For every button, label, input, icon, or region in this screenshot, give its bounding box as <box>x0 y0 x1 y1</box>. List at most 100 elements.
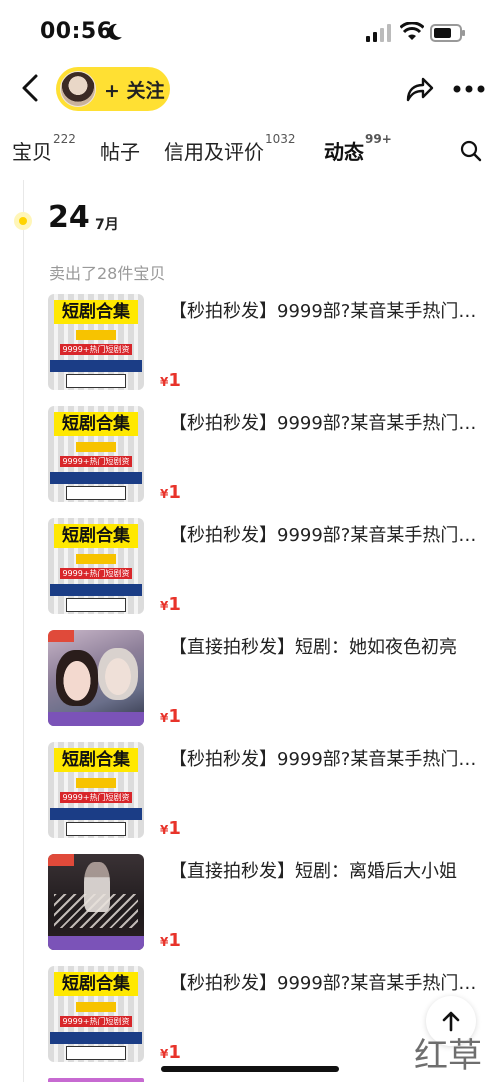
tab-label: 帖子 <box>100 140 140 164</box>
thumbnail-banner <box>50 1032 142 1044</box>
tab-reviews[interactable]: 信用及评价1032 <box>164 132 296 165</box>
price-value: 1 <box>168 594 181 615</box>
thumbnail-figure <box>98 648 138 700</box>
back-icon[interactable] <box>16 72 44 104</box>
thumbnail-banner <box>50 584 142 596</box>
moon-icon <box>107 23 122 40</box>
list-item[interactable]: 短剧合集 9999+热门短剧资源 【秒拍秒发】9999部?某音某手热门短剧合集 … <box>48 406 488 506</box>
thumbnail-note <box>66 598 126 612</box>
item-price: ¥1 <box>160 818 181 839</box>
item-title[interactable]: 【秒拍秒发】9999部?某音某手热门短剧合集 <box>169 521 487 547</box>
product-thumbnail[interactable]: 短剧合集 9999+热门短剧资源 <box>48 518 144 614</box>
product-thumbnail[interactable]: 短剧合集 9999+热门短剧资源 <box>48 742 144 838</box>
tab-items[interactable]: 宝贝222 <box>12 132 76 165</box>
price-value: 1 <box>168 370 181 391</box>
item-price: ¥1 <box>160 370 181 391</box>
list-item[interactable]: 短剧合集 9999+热门短剧资源 【秒拍秒发】9999部?某音某手热门短剧合集 … <box>48 294 488 394</box>
avatar[interactable] <box>60 71 96 107</box>
thumbnail-banner <box>50 808 142 820</box>
sold-summary: 卖出了28件宝贝 <box>49 264 166 283</box>
thumbnail-note <box>66 374 126 388</box>
thumbnail-title: 短剧合集 <box>54 524 138 548</box>
thumbnail-subtitle: 9999+热门短剧资源 <box>60 792 132 803</box>
price-value: 1 <box>168 930 181 951</box>
thumbnail-subtitle: 9999+热门短剧资源 <box>60 568 132 579</box>
thumbnail-tag <box>48 630 74 642</box>
price-value: 1 <box>168 818 181 839</box>
product-thumbnail[interactable]: 短剧合集 9999+热门短剧资源 <box>48 966 144 1062</box>
item-title[interactable]: 【秒拍秒发】9999部?某音某手热门短剧合集 <box>169 745 487 771</box>
more-options-icon[interactable] <box>452 84 486 94</box>
share-icon[interactable] <box>404 74 434 104</box>
thumbnail-banner <box>48 936 144 950</box>
thumbnail-subtitle: 9999+热门短剧资源 <box>60 344 132 355</box>
thumbnail-tag <box>48 854 74 866</box>
next-item-preview <box>48 1078 144 1082</box>
list-item[interactable]: 【直接拍秒发】短剧：她如夜色初亮 ¥1 <box>48 630 488 730</box>
item-title[interactable]: 【秒拍秒发】9999部?某音某手热门短剧合集 <box>169 297 487 323</box>
thumbnail-badge <box>76 554 116 564</box>
thumbnail-note <box>66 1046 126 1060</box>
thumbnail-badge <box>76 778 116 788</box>
thumbnail-badge <box>76 1002 116 1012</box>
cellular-signal-icon <box>366 24 391 42</box>
tab-label: 宝贝 <box>12 140 52 164</box>
product-thumbnail[interactable]: 短剧合集 9999+热门短剧资源 <box>48 294 144 390</box>
item-title[interactable]: 【秒拍秒发】9999部?某音某手热门短剧合集 <box>169 409 487 435</box>
follow-label: + 关注 <box>104 79 165 102</box>
timeline-dot <box>14 212 32 230</box>
thumbnail-calligraphy <box>54 894 138 928</box>
item-price: ¥1 <box>160 594 181 615</box>
thumbnail-badge <box>76 330 116 340</box>
tab-count: 1032 <box>265 132 296 146</box>
thumbnail-badge <box>76 442 116 452</box>
timeline-month: 7月 <box>95 217 119 233</box>
thumbnail-title: 短剧合集 <box>54 972 138 996</box>
search-icon[interactable] <box>460 140 482 162</box>
timeline-line <box>23 180 24 1082</box>
product-thumbnail[interactable]: 短剧合集 9999+热门短剧资源 <box>48 406 144 502</box>
thumbnail-title: 短剧合集 <box>54 300 138 324</box>
timeline-day: 24 <box>48 200 90 235</box>
item-price: ¥1 <box>160 1042 181 1063</box>
tab-label: 动态 <box>324 140 364 164</box>
battery-icon <box>430 24 465 42</box>
thumbnail-title: 短剧合集 <box>54 412 138 436</box>
item-title[interactable]: 【秒拍秒发】9999部?某音某手热门短剧合集 <box>169 969 487 995</box>
item-price: ¥1 <box>160 482 181 503</box>
shop-tabs: 宝贝222 帖子 信用及评价1032 动态99+ <box>0 128 500 172</box>
tab-label: 信用及评价 <box>164 140 264 164</box>
thumbnail-subtitle: 9999+热门短剧资源 <box>60 456 132 467</box>
item-title[interactable]: 【直接拍秒发】短剧：离婚后大小姐 <box>169 857 487 883</box>
item-price: ¥1 <box>160 706 181 727</box>
thumbnail-banner <box>48 712 144 726</box>
price-value: 1 <box>168 482 181 503</box>
thumbnail-banner <box>50 472 142 484</box>
home-indicator[interactable] <box>161 1066 339 1072</box>
tab-posts[interactable]: 帖子 <box>100 136 140 165</box>
list-item[interactable]: 短剧合集 9999+热门短剧资源 【秒拍秒发】9999部?某音某手热门短剧合集 … <box>48 742 488 842</box>
thumbnail-note <box>66 486 126 500</box>
tab-activity[interactable]: 动态99+ <box>324 132 392 167</box>
wifi-icon <box>400 22 424 40</box>
price-value: 1 <box>168 706 181 727</box>
thumbnail-subtitle: 9999+热门短剧资源 <box>60 1016 132 1027</box>
status-time: 00:56 <box>40 19 113 44</box>
product-thumbnail[interactable] <box>48 854 144 950</box>
watermark: 红草 <box>414 1036 482 1076</box>
tab-count: 99+ <box>365 132 392 146</box>
thumbnail-figure <box>56 650 98 706</box>
tab-count: 222 <box>53 132 76 146</box>
product-thumbnail[interactable] <box>48 630 144 726</box>
shop-header: + 关注 <box>0 62 500 118</box>
list-item[interactable]: 短剧合集 9999+热门短剧资源 【秒拍秒发】9999部?某音某手热门短剧合集 … <box>48 518 488 618</box>
item-price: ¥1 <box>160 930 181 951</box>
price-value: 1 <box>168 1042 181 1063</box>
thumbnail-note <box>66 822 126 836</box>
status-bar: 00:56 <box>0 0 500 60</box>
follow-button[interactable]: + 关注 <box>56 67 170 111</box>
thumbnail-banner <box>50 360 142 372</box>
item-title[interactable]: 【直接拍秒发】短剧：她如夜色初亮 <box>169 633 487 659</box>
list-item[interactable]: 【直接拍秒发】短剧：离婚后大小姐 ¥1 <box>48 854 488 954</box>
thumbnail-title: 短剧合集 <box>54 748 138 772</box>
